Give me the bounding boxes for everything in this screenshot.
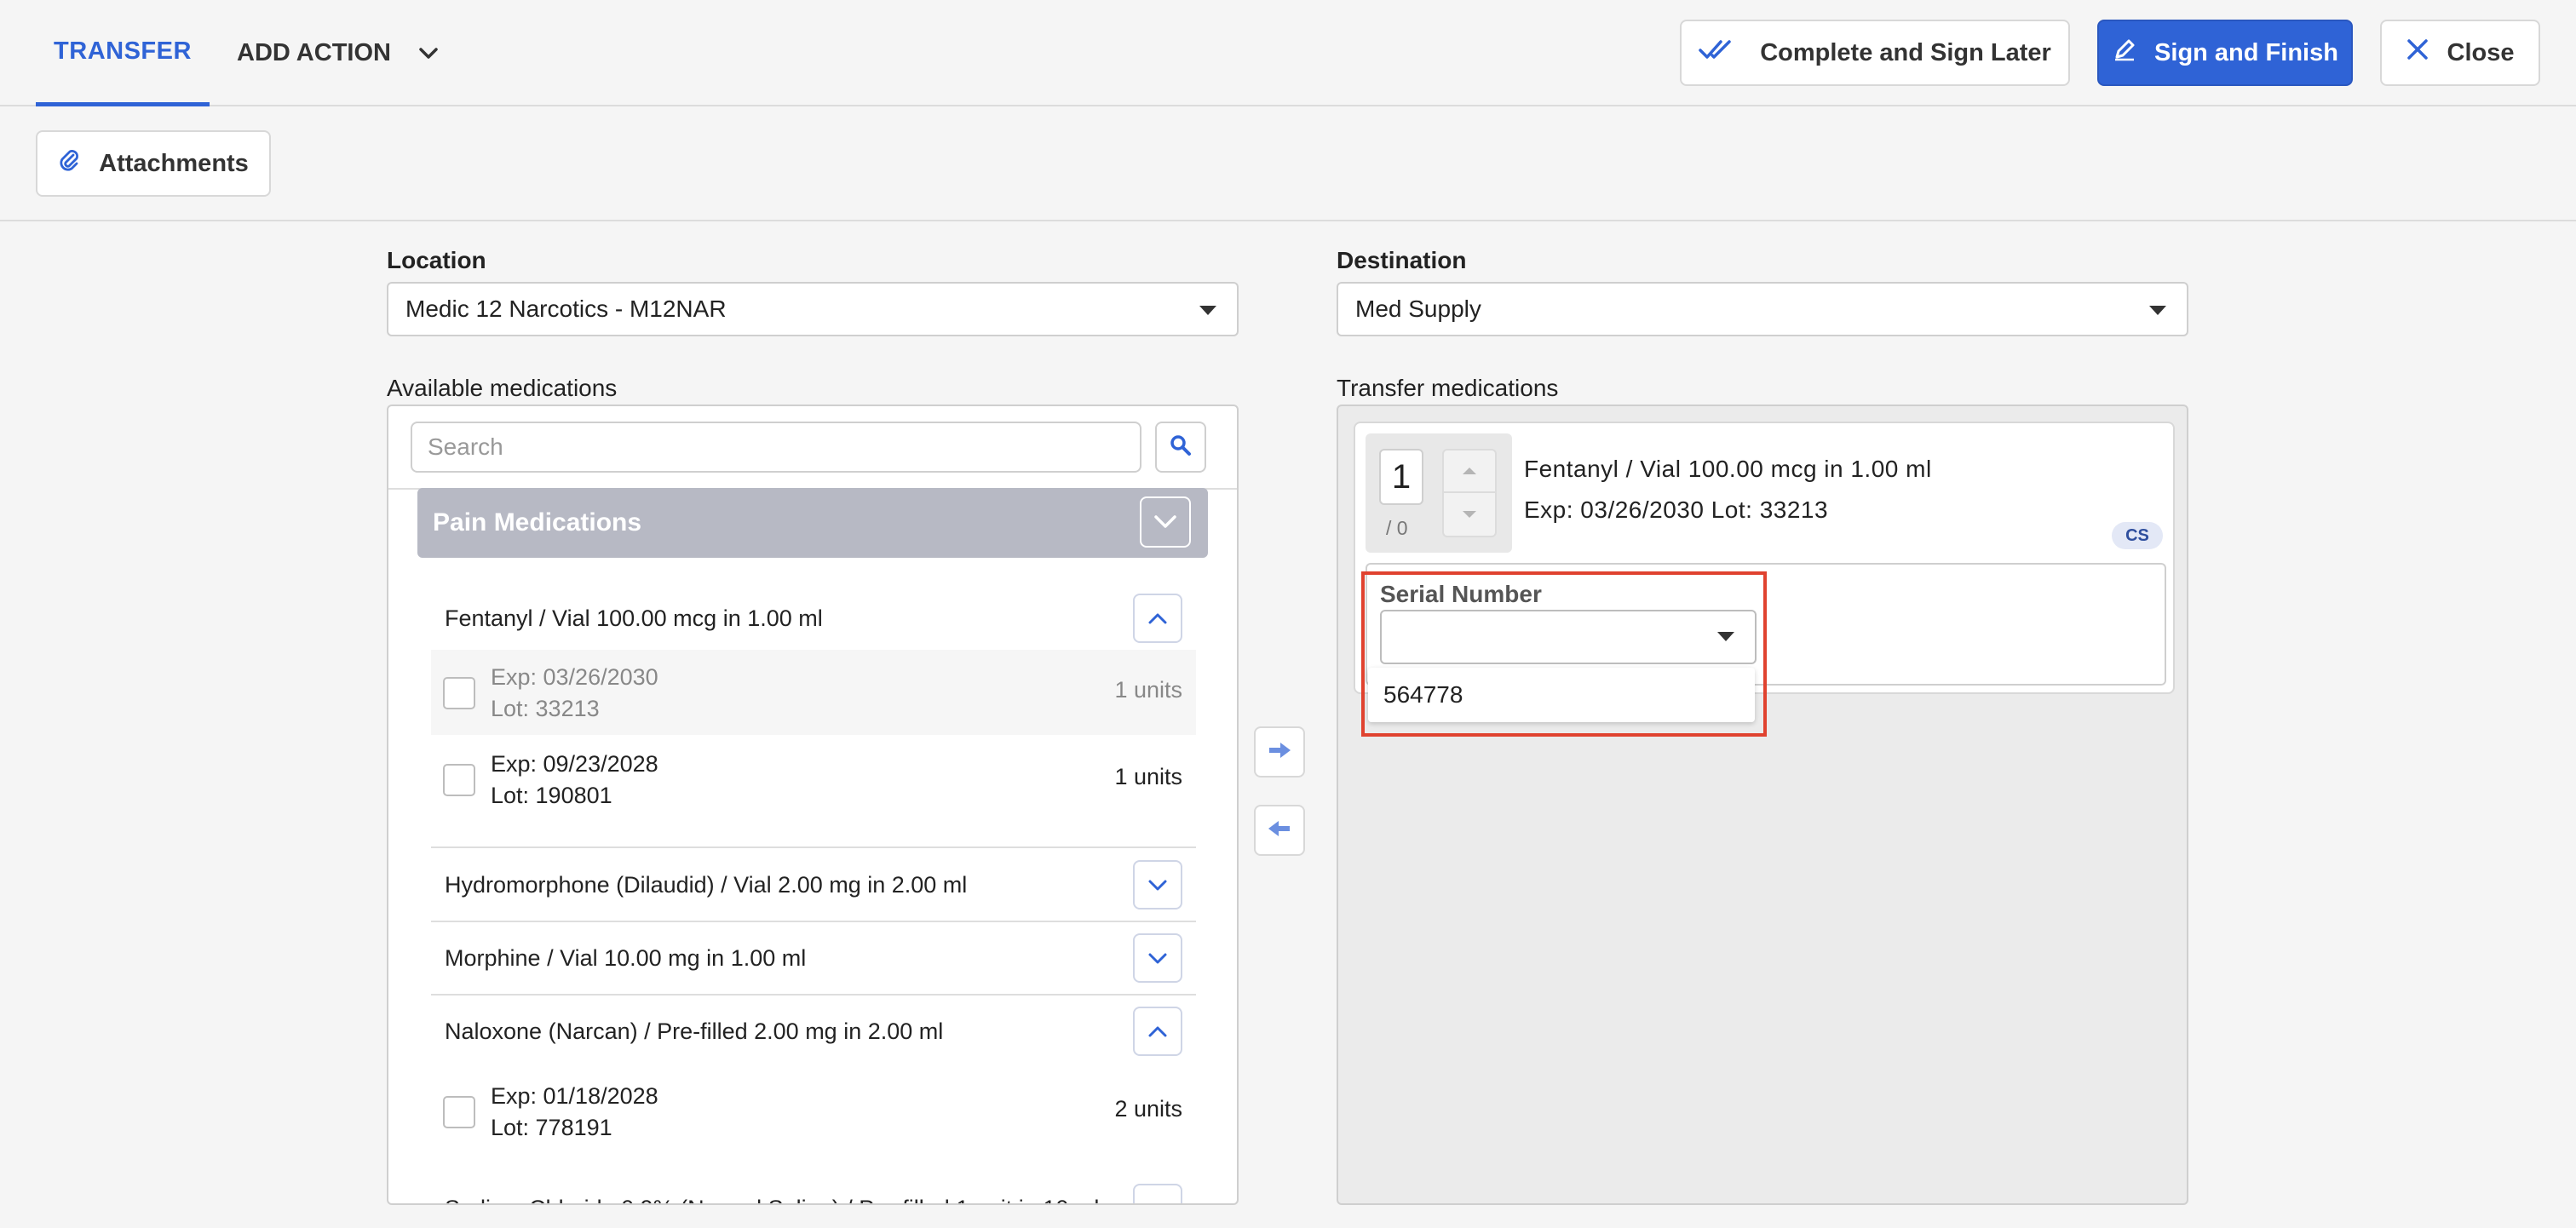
lot-details: Exp: 09/23/2028 Lot: 190801 bbox=[491, 749, 658, 812]
attachments-label: Attachments bbox=[99, 149, 249, 177]
chevron-down-icon[interactable] bbox=[1140, 496, 1191, 548]
chevron-down-icon[interactable] bbox=[1133, 933, 1182, 983]
lot-details: Exp: 03/26/2030 Lot: 33213 bbox=[491, 662, 658, 725]
lot-exp: Exp: 09/23/2028 bbox=[491, 751, 658, 777]
med-divider bbox=[431, 846, 1196, 848]
serial-number-option[interactable]: 564778 bbox=[1368, 668, 1755, 722]
lot-checkbox[interactable] bbox=[443, 677, 475, 709]
search-input[interactable]: Search bbox=[411, 422, 1141, 473]
paperclip-icon bbox=[58, 147, 80, 180]
double-check-icon bbox=[1699, 38, 1736, 67]
med-name: Morphine / Vial 10.00 mg in 1.00 ml bbox=[445, 944, 807, 971]
chevron-down-icon bbox=[418, 39, 439, 67]
search-icon bbox=[1170, 434, 1192, 461]
med-row-fentanyl[interactable]: Fentanyl / Vial 100.00 mcg in 1.00 ml bbox=[431, 588, 1196, 648]
lot-details: Exp: 01/18/2028 Lot: 778191 bbox=[491, 1081, 658, 1144]
close-icon bbox=[2406, 38, 2429, 67]
add-action-menu[interactable]: ADD ACTION bbox=[237, 0, 439, 106]
quantity-input[interactable]: 1 bbox=[1379, 449, 1423, 505]
chevron-down-icon[interactable] bbox=[1133, 860, 1182, 910]
lot-number: Lot: 33213 bbox=[491, 696, 600, 721]
move-right-button[interactable] bbox=[1254, 726, 1305, 778]
search-button[interactable] bbox=[1155, 422, 1206, 473]
sign-and-finish-label: Sign and Finish bbox=[2154, 38, 2338, 66]
arrow-right-icon bbox=[1267, 741, 1292, 764]
lot-units: 1 units bbox=[1114, 677, 1182, 703]
group-header-pain-medications[interactable]: Pain Medications bbox=[417, 488, 1208, 558]
attachments-button[interactable]: Attachments bbox=[36, 130, 271, 197]
med-name: Naloxone (Narcan) / Pre-filled 2.00 mg i… bbox=[445, 1018, 944, 1044]
quantity-stepper[interactable] bbox=[1442, 449, 1497, 537]
stepper-down-button[interactable] bbox=[1444, 493, 1495, 536]
chevron-up-icon[interactable] bbox=[1133, 594, 1182, 643]
med-row-sodium-chloride[interactable]: Sodium Chloride 0.9% (Normal Saline) / P… bbox=[431, 1173, 1196, 1204]
complete-sign-later-button[interactable]: Complete and Sign Later bbox=[1680, 20, 2070, 86]
transfer-medications-panel: 1 / 0 Fentanyl / Vial 100.00 mcg in 1.00… bbox=[1337, 405, 2188, 1205]
serial-number-label: Serial Number bbox=[1380, 581, 1542, 607]
group-title: Pain Medications bbox=[433, 508, 642, 537]
lot-number: Lot: 778191 bbox=[491, 1115, 612, 1140]
med-row-hydromorphone[interactable]: Hydromorphone (Dilaudid) / Vial 2.00 mg … bbox=[431, 849, 1196, 921]
stepper-up-button[interactable] bbox=[1444, 450, 1495, 493]
available-medications-panel: Search Pain Medications Fentanyl / Vial … bbox=[387, 405, 1239, 1205]
transfer-medications-label: Transfer medications bbox=[1337, 375, 1559, 401]
move-left-button[interactable] bbox=[1254, 805, 1305, 856]
location-select[interactable]: Medic 12 Narcotics - M12NAR bbox=[387, 282, 1239, 336]
destination-select[interactable]: Med Supply bbox=[1337, 282, 2188, 336]
transfer-item-exp-lot: Exp: 03/26/2030 Lot: 33213 bbox=[1524, 496, 1829, 523]
caret-up-icon bbox=[1463, 468, 1476, 474]
location-label: Location bbox=[387, 247, 486, 273]
med-row-morphine[interactable]: Morphine / Vial 10.00 mg in 1.00 ml bbox=[431, 922, 1196, 994]
caret-down-icon bbox=[1199, 306, 1216, 315]
med-name: Fentanyl / Vial 100.00 mcg in 1.00 ml bbox=[445, 605, 823, 631]
add-action-label: ADD ACTION bbox=[237, 39, 391, 66]
destination-label: Destination bbox=[1337, 247, 1467, 273]
lot-exp: Exp: 03/26/2030 bbox=[491, 664, 658, 690]
sub-toolbar: Attachments bbox=[0, 106, 2576, 221]
location-value: Medic 12 Narcotics - M12NAR bbox=[405, 296, 727, 322]
chevron-up-icon[interactable] bbox=[1133, 1007, 1182, 1056]
med-row-naloxone[interactable]: Naloxone (Narcan) / Pre-filled 2.00 mg i… bbox=[431, 996, 1196, 1067]
med-name: Hydromorphone (Dilaudid) / Vial 2.00 mg … bbox=[445, 871, 968, 898]
lot-checkbox[interactable] bbox=[443, 1096, 475, 1128]
pen-icon bbox=[2112, 37, 2137, 69]
destination-value: Med Supply bbox=[1355, 296, 1481, 322]
lot-row[interactable]: Exp: 03/26/2030 Lot: 33213 1 units bbox=[431, 650, 1196, 735]
lot-row[interactable]: Exp: 09/23/2028 Lot: 190801 1 units bbox=[431, 737, 1196, 822]
lot-row[interactable]: Exp: 01/18/2028 Lot: 778191 2 units bbox=[431, 1069, 1196, 1154]
controlled-substance-badge: CS bbox=[2112, 522, 2163, 549]
transfer-item-title: Fentanyl / Vial 100.00 mcg in 1.00 ml bbox=[1524, 456, 1932, 482]
quantity-available: / 0 bbox=[1386, 517, 1408, 539]
arrow-left-icon bbox=[1267, 819, 1292, 842]
sign-and-finish-button[interactable]: Sign and Finish bbox=[2097, 20, 2353, 86]
lot-checkbox[interactable] bbox=[443, 764, 475, 796]
lot-number: Lot: 190801 bbox=[491, 783, 612, 808]
lot-exp: Exp: 01/18/2028 bbox=[491, 1083, 658, 1109]
available-medications-label: Available medications bbox=[387, 375, 618, 401]
close-button[interactable]: Close bbox=[2380, 20, 2540, 86]
quantity-box: 1 / 0 bbox=[1366, 433, 1512, 553]
lot-units: 2 units bbox=[1114, 1096, 1182, 1122]
med-name: Sodium Chloride 0.9% (Normal Saline) / P… bbox=[445, 1196, 1099, 1204]
caret-down-icon bbox=[1717, 632, 1734, 641]
lot-units: 1 units bbox=[1114, 764, 1182, 789]
close-label: Close bbox=[2447, 38, 2515, 66]
chevron-down-icon[interactable] bbox=[1133, 1184, 1182, 1203]
tab-transfer[interactable]: TRANSFER bbox=[36, 0, 210, 106]
complete-sign-later-label: Complete and Sign Later bbox=[1760, 38, 2051, 66]
caret-down-icon bbox=[2149, 306, 2166, 315]
caret-down-icon bbox=[1463, 511, 1476, 518]
top-header: TRANSFER ADD ACTION Complete and Sign La… bbox=[0, 0, 2576, 106]
serial-number-select[interactable] bbox=[1380, 610, 1757, 664]
